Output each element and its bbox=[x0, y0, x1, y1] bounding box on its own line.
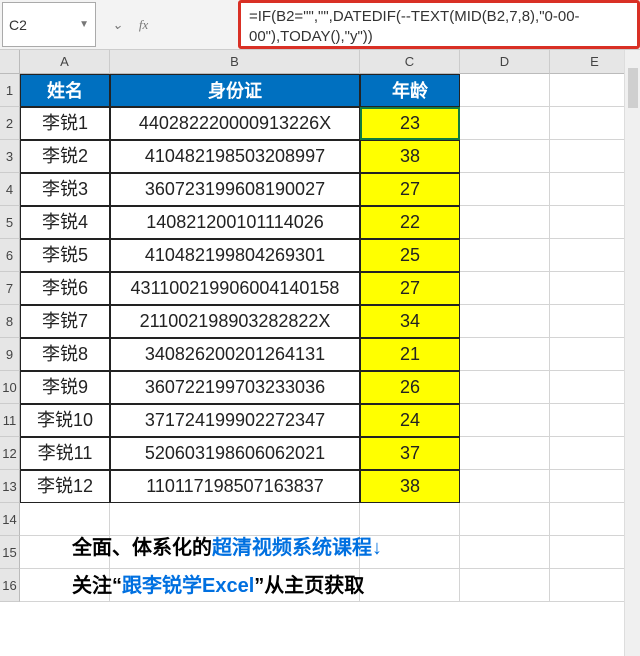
cell-C12[interactable]: 37 bbox=[360, 437, 460, 470]
cell-A2[interactable]: 李锐1 bbox=[20, 107, 110, 140]
row-header-8[interactable]: 8 bbox=[0, 305, 20, 338]
cell-D1[interactable] bbox=[460, 74, 550, 107]
cell-C8[interactable]: 34 bbox=[360, 305, 460, 338]
cell-B8[interactable]: 211002198903282822X bbox=[110, 305, 360, 338]
row-header-11[interactable]: 11 bbox=[0, 404, 20, 437]
history-dropdown-icon[interactable]: ⌄ bbox=[112, 17, 123, 33]
cell-B11[interactable]: 371724199902272347 bbox=[110, 404, 360, 437]
row-header-7[interactable]: 7 bbox=[0, 272, 20, 305]
cell-D7[interactable] bbox=[460, 272, 550, 305]
cell-A10[interactable]: 李锐9 bbox=[20, 371, 110, 404]
cell-D6[interactable] bbox=[460, 239, 550, 272]
cell-D12[interactable] bbox=[460, 437, 550, 470]
cell-D8[interactable] bbox=[460, 305, 550, 338]
name-box-dropdown-icon[interactable]: ▼ bbox=[79, 19, 89, 30]
promo-line-1: 全面、体系化的超清视频系统课程↓ bbox=[72, 531, 382, 560]
cell-D11[interactable] bbox=[460, 404, 550, 437]
row-header-9[interactable]: 9 bbox=[0, 338, 20, 371]
cell-D2[interactable] bbox=[460, 107, 550, 140]
cell-D16[interactable] bbox=[460, 569, 550, 602]
cell-C16[interactable] bbox=[360, 569, 460, 602]
name-box[interactable]: C2 ▼ bbox=[2, 2, 96, 47]
cell-A9[interactable]: 李锐8 bbox=[20, 338, 110, 371]
cell-C5[interactable]: 22 bbox=[360, 206, 460, 239]
cell-B3[interactable]: 410482198503208997 bbox=[110, 140, 360, 173]
cell-B4[interactable]: 360723199608190027 bbox=[110, 173, 360, 206]
select-all-corner[interactable] bbox=[0, 50, 20, 74]
cell-D4[interactable] bbox=[460, 173, 550, 206]
cell-A6[interactable]: 李锐5 bbox=[20, 239, 110, 272]
cell-C7[interactable]: 27 bbox=[360, 272, 460, 305]
cell-B12[interactable]: 520603198606062021 bbox=[110, 437, 360, 470]
cell-B5[interactable]: 140821200101114026 bbox=[110, 206, 360, 239]
cell-C6[interactable]: 25 bbox=[360, 239, 460, 272]
cell-C13[interactable]: 38 bbox=[360, 470, 460, 503]
table-header-A[interactable]: 姓名 bbox=[20, 74, 110, 107]
formula-text: =IF(B2="","",DATEDIF(--TEXT(MID(B2,7,8),… bbox=[249, 7, 629, 46]
row-header-15[interactable]: 15 bbox=[0, 536, 20, 569]
cell-D13[interactable] bbox=[460, 470, 550, 503]
cell-C10[interactable]: 26 bbox=[360, 371, 460, 404]
cell-B13[interactable]: 110117198507163837 bbox=[110, 470, 360, 503]
cell-B9[interactable]: 340826200201264131 bbox=[110, 338, 360, 371]
row-header-14[interactable]: 14 bbox=[0, 503, 20, 536]
fx-icon[interactable]: fx bbox=[139, 17, 148, 33]
cell-C3[interactable]: 38 bbox=[360, 140, 460, 173]
cell-C4[interactable]: 27 bbox=[360, 173, 460, 206]
row-header-4[interactable]: 4 bbox=[0, 173, 20, 206]
cell-D9[interactable] bbox=[460, 338, 550, 371]
row-header-3[interactable]: 3 bbox=[0, 140, 20, 173]
cell-A5[interactable]: 李锐4 bbox=[20, 206, 110, 239]
cell-A13[interactable]: 李锐12 bbox=[20, 470, 110, 503]
row-header-13[interactable]: 13 bbox=[0, 470, 20, 503]
table-header-C[interactable]: 年龄 bbox=[360, 74, 460, 107]
column-header-B[interactable]: B bbox=[110, 50, 360, 74]
cell-D15[interactable] bbox=[460, 536, 550, 569]
column-header-A[interactable]: A bbox=[20, 50, 110, 74]
cell-B6[interactable]: 410482199804269301 bbox=[110, 239, 360, 272]
cell-D14[interactable] bbox=[460, 503, 550, 536]
cell-A7[interactable]: 李锐6 bbox=[20, 272, 110, 305]
promo-line-2: 关注“跟李锐学Excel”从主页获取 bbox=[72, 569, 364, 598]
row-header-12[interactable]: 12 bbox=[0, 437, 20, 470]
row-header-10[interactable]: 10 bbox=[0, 371, 20, 404]
vertical-scrollbar[interactable] bbox=[624, 50, 640, 656]
formula-bar-input[interactable]: =IF(B2="","",DATEDIF(--TEXT(MID(B2,7,8),… bbox=[238, 0, 640, 49]
cell-A12[interactable]: 李锐11 bbox=[20, 437, 110, 470]
cell-B2[interactable]: 440282220000913226X bbox=[110, 107, 360, 140]
row-header-5[interactable]: 5 bbox=[0, 206, 20, 239]
row-header-1[interactable]: 1 bbox=[0, 74, 20, 107]
name-box-value: C2 bbox=[9, 17, 27, 33]
column-header-C[interactable]: C bbox=[360, 50, 460, 74]
row-header-16[interactable]: 16 bbox=[0, 569, 20, 602]
scrollbar-thumb[interactable] bbox=[628, 68, 638, 108]
cell-D5[interactable] bbox=[460, 206, 550, 239]
cell-A8[interactable]: 李锐7 bbox=[20, 305, 110, 338]
cell-B7[interactable]: 431100219906004140158 bbox=[110, 272, 360, 305]
cell-D3[interactable] bbox=[460, 140, 550, 173]
cell-D10[interactable] bbox=[460, 371, 550, 404]
cell-A4[interactable]: 李锐3 bbox=[20, 173, 110, 206]
table-header-B[interactable]: 身份证 bbox=[110, 74, 360, 107]
cell-C2[interactable]: 23 bbox=[360, 107, 460, 140]
cell-B10[interactable]: 360722199703233036 bbox=[110, 371, 360, 404]
cell-C9[interactable]: 21 bbox=[360, 338, 460, 371]
cell-C11[interactable]: 24 bbox=[360, 404, 460, 437]
row-header-2[interactable]: 2 bbox=[0, 107, 20, 140]
cell-A11[interactable]: 李锐10 bbox=[20, 404, 110, 437]
column-header-D[interactable]: D bbox=[460, 50, 550, 74]
row-header-6[interactable]: 6 bbox=[0, 239, 20, 272]
cell-A3[interactable]: 李锐2 bbox=[20, 140, 110, 173]
formula-tools: ⌄ fx bbox=[98, 0, 238, 49]
